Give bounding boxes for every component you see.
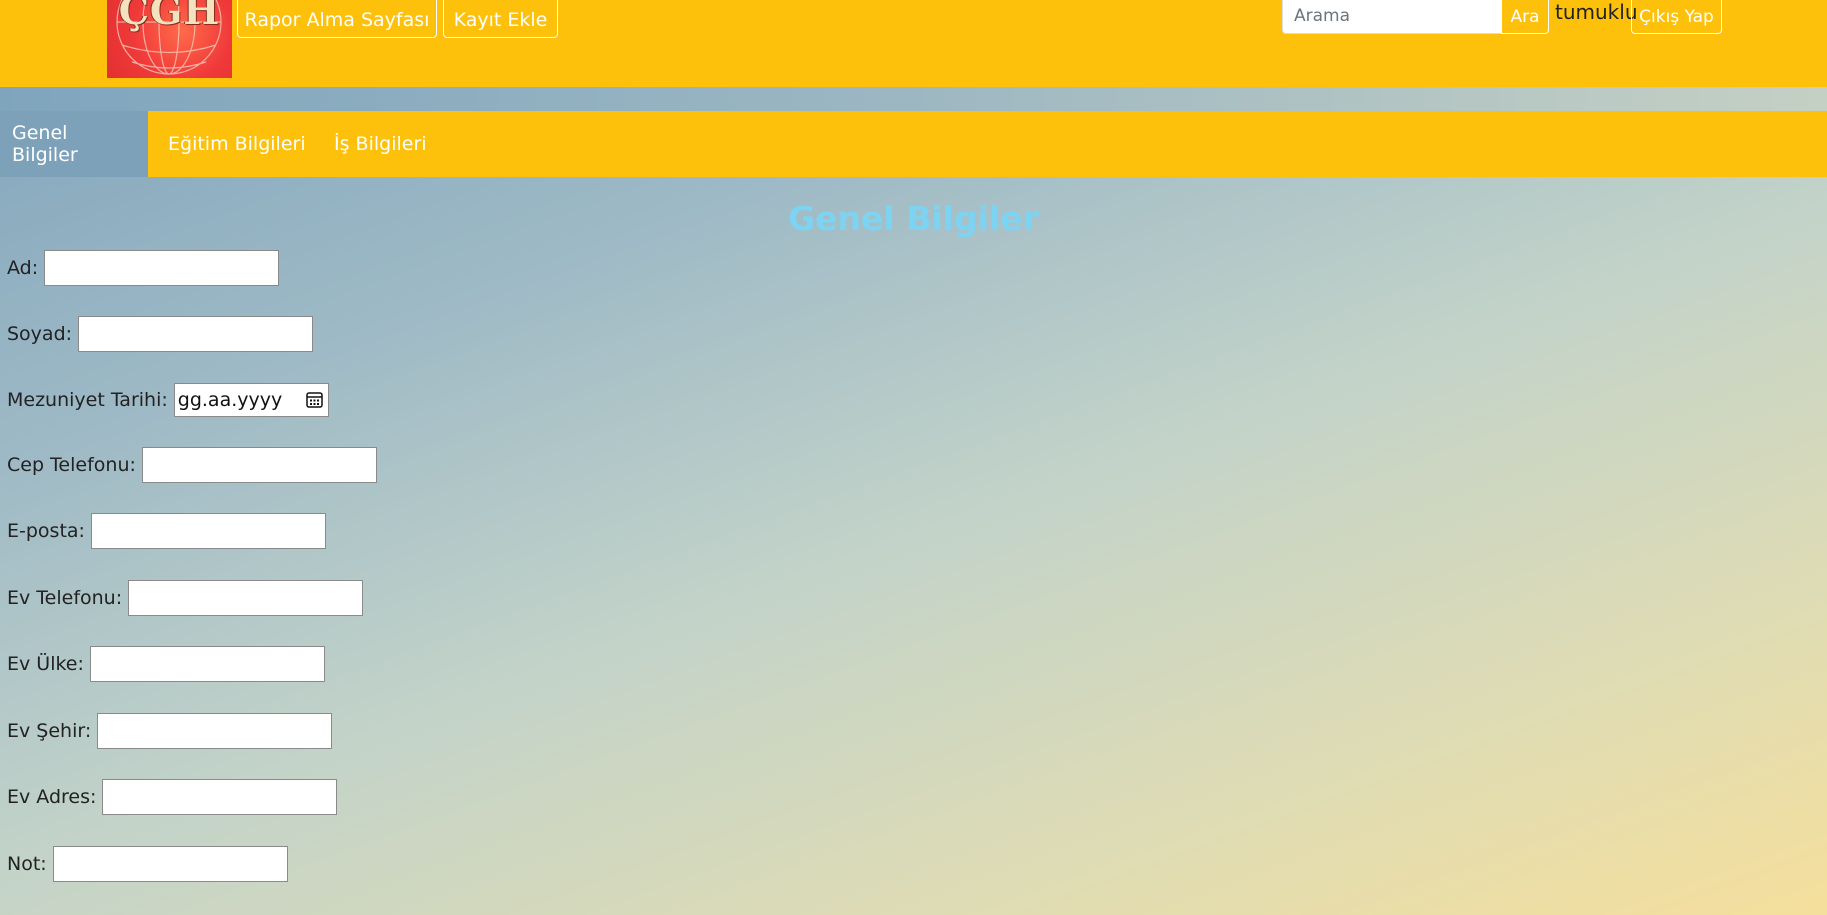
e-posta-input[interactable] [90,513,326,549]
cep-telefonu-input[interactable] [141,447,377,483]
tab-label: Genel Bilgiler [12,122,78,166]
field-label: Ev Telefonu: [7,587,123,609]
field-label: Not: [7,853,47,875]
search-input[interactable]: Arama [1282,0,1502,34]
ev-sehir-input[interactable] [97,713,333,749]
ev-adres-input[interactable] [102,779,338,815]
ev-telefonu-input[interactable] [128,580,364,616]
field-label: Cep Telefonu: [7,454,136,476]
form-row-soyad: Soyad: [7,316,314,352]
username-label: tumuklu [1555,0,1638,24]
soyad-input[interactable] [78,316,314,352]
form-row-ev-sehir: Ev Şehir: [7,713,333,749]
mezuniyet-tarihi-input[interactable]: gg.aa.yyyy [173,383,329,417]
tab-bar: Genel Bilgiler Eğitim Bilgileri İş Bilgi… [0,111,1827,177]
tab-label: Eğitim Bilgileri [168,133,306,155]
report-page-button[interactable]: Rapor Alma Sayfası [237,0,437,38]
date-placeholder: gg.aa.yyyy [177,389,283,411]
tab-label: İş Bilgileri [334,133,427,155]
logout-button[interactable]: Çıkış Yap [1631,0,1722,34]
field-label: Mezuniyet Tarihi: [7,389,168,411]
tab-egitim-bilgileri[interactable]: Eğitim Bilgileri [168,111,306,177]
field-label: Ev Ülke: [7,653,84,675]
form-row-ad: Ad: [7,250,280,286]
add-record-button[interactable]: Kayıt Ekle [443,0,558,38]
field-label: Ev Adres: [7,786,97,808]
form-row-ev-telefonu: Ev Telefonu: [7,580,364,616]
field-label: Ev Şehir: [7,720,92,742]
form-row-not: Not: [7,846,288,882]
form-row-ev-ulke: Ev Ülke: [7,646,325,682]
header-divider-strip [0,87,1827,111]
tab-is-bilgileri[interactable]: İş Bilgileri [334,111,427,177]
form-row-mezuniyet-tarihi: Mezuniyet Tarihi: gg.aa.yyyy [7,382,329,418]
form-row-e-posta: E-posta: [7,513,326,549]
field-label: Soyad: [7,323,73,345]
field-label: E-posta: [7,520,85,542]
ad-input[interactable] [44,250,280,286]
section-title: Genel Bilgiler [788,199,1039,238]
logo-text: ÇGH [118,0,221,33]
field-label: Ad: [7,257,39,279]
form-row-cep-telefonu: Cep Telefonu: [7,447,377,483]
tab-genel-bilgiler[interactable]: Genel Bilgiler [0,111,148,177]
search-button[interactable]: Ara [1501,0,1549,34]
ev-ulke-input[interactable] [89,646,325,682]
site-logo[interactable]: ÇGH [107,0,232,78]
calendar-icon[interactable] [306,391,323,408]
not-input[interactable] [52,846,288,882]
form-row-ev-adres: Ev Adres: [7,779,338,815]
